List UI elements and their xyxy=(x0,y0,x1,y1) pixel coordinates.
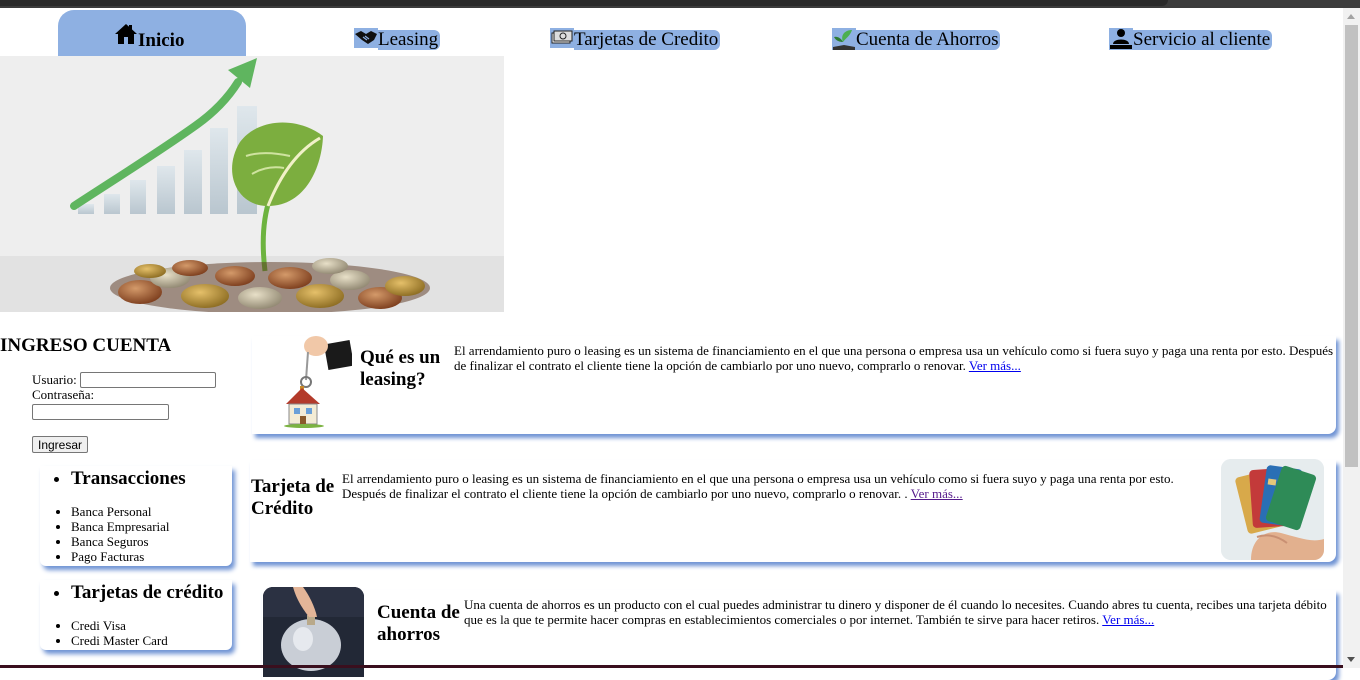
user-label: Usuario: xyxy=(32,372,77,387)
nav-label: Tarjetas de Credito xyxy=(574,29,721,50)
sidebar-item-banca-personal[interactable]: Banca Personal xyxy=(71,504,232,519)
sidebar-item-pago-facturas[interactable]: Pago Facturas xyxy=(71,549,232,564)
ver-mas-link[interactable]: Ver más... xyxy=(1102,612,1154,627)
hero-image-growth-coins xyxy=(0,56,504,312)
home-icon xyxy=(114,22,138,52)
login-form: Usuario: Contraseña: xyxy=(32,372,216,420)
card-title: Cuenta de ahorros xyxy=(377,602,460,645)
ver-mas-link[interactable]: Ver más... xyxy=(911,486,963,501)
sidebar-group-transacciones: Transacciones Banca Personal Banca Empre… xyxy=(40,466,232,566)
card-description: El arrendamiento puro o leasing es un si… xyxy=(454,343,1334,373)
nav-label: Servicio al cliente xyxy=(1133,29,1273,50)
sidebar-item-credi-master-card[interactable]: Credi Master Card xyxy=(71,633,232,648)
scroll-up-icon[interactable] xyxy=(1343,8,1360,25)
login-submit-button[interactable]: Ingresar xyxy=(32,436,89,453)
nav-tab-ahorros[interactable]: Cuenta de Ahorros xyxy=(832,20,1001,50)
money-icon xyxy=(550,28,574,50)
nav-tab-tarjetas[interactable]: Tarjetas de Credito xyxy=(550,20,721,50)
nav-label: Cuenta de Ahorros xyxy=(856,29,1001,50)
sidebar-item-banca-seguros[interactable]: Banca Seguros xyxy=(71,534,232,549)
browser-top-bar xyxy=(0,0,1360,8)
sidebar-group-title: Tarjetas de crédito xyxy=(71,582,232,604)
nav-tab-leasing[interactable]: Leasing xyxy=(354,20,441,50)
card-text: Una cuenta de ahorros es un producto con… xyxy=(464,597,1340,627)
sidebar-group-title: Transacciones xyxy=(71,468,232,490)
card-tarjeta-credito: Tarjeta de Crédito El arrendamiento puro… xyxy=(250,459,1336,562)
piggy-bank-image xyxy=(263,587,364,677)
scroll-down-icon[interactable] xyxy=(1343,651,1360,668)
card-title: Qué es un leasing? xyxy=(360,347,441,390)
nav-tab-servicio[interactable]: Servicio al cliente xyxy=(1109,20,1273,50)
sidebar-item-credi-visa[interactable]: Credi Visa xyxy=(71,618,232,633)
ver-mas-link[interactable]: Ver más... xyxy=(969,358,1021,373)
login-title: INGRESO CUENTA xyxy=(0,335,172,356)
nav-label: Inicio xyxy=(138,30,185,51)
leasing-house-key-image xyxy=(280,334,355,428)
handshake-icon xyxy=(354,28,378,50)
user-input[interactable] xyxy=(79,372,216,388)
card-text: El arrendamiento puro o leasing es un si… xyxy=(454,343,1338,373)
credit-cards-hand-image xyxy=(1221,459,1324,560)
password-label: Contraseña: xyxy=(32,387,95,402)
vertical-scrollbar[interactable] xyxy=(1343,8,1360,668)
card-leasing: Qué es un leasing? El arrendamiento puro… xyxy=(252,336,1336,434)
plant-hand-icon xyxy=(832,28,856,50)
card-description: Una cuenta de ahorros es un producto con… xyxy=(464,597,1327,627)
sidebar-item-banca-empresarial[interactable]: Banca Empresarial xyxy=(71,519,232,534)
scrollbar-thumb[interactable] xyxy=(1345,25,1358,467)
customer-service-icon xyxy=(1109,28,1133,50)
password-input[interactable] xyxy=(32,404,169,420)
card-description: El arrendamiento puro o leasing es un si… xyxy=(342,471,1174,501)
sidebar-group-tarjetas: Tarjetas de crédito Credi Visa Credi Mas… xyxy=(40,580,232,650)
card-text: El arrendamiento puro o leasing es un si… xyxy=(342,471,1218,501)
nav-label: Leasing xyxy=(378,29,441,50)
card-title: Tarjeta de Crédito xyxy=(251,476,335,519)
nav-tab-inicio[interactable]: Inicio xyxy=(58,10,246,56)
